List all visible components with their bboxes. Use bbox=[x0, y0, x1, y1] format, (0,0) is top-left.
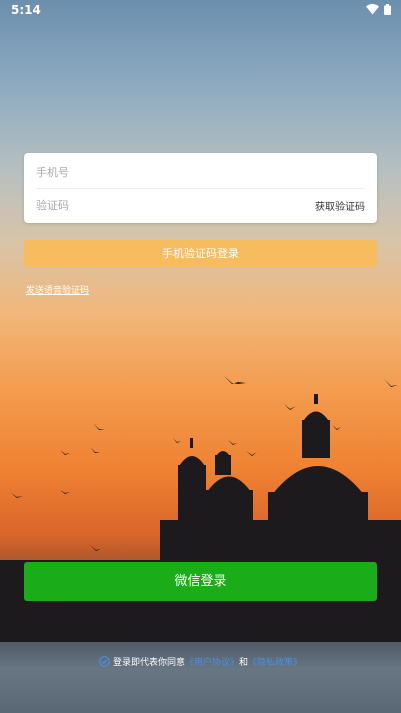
agreement-prefix: 登录即代表你同意 bbox=[112, 658, 185, 668]
sms-login-button[interactable]: 手机验证码登录 bbox=[24, 240, 377, 267]
check-circle-icon[interactable] bbox=[99, 656, 110, 667]
background-skyline bbox=[0, 376, 401, 642]
user-agreement-link[interactable]: 《用户协议》 bbox=[185, 655, 239, 668]
form-divider bbox=[36, 188, 365, 189]
status-bar: 5:14 bbox=[0, 0, 401, 20]
status-time: 5:14 bbox=[11, 3, 41, 17]
privacy-policy-link[interactable]: 《隐私政策》 bbox=[248, 655, 302, 668]
status-icons bbox=[366, 3, 391, 15]
voice-code-link[interactable]: 发送语音验证码 bbox=[26, 283, 89, 296]
battery-icon bbox=[384, 3, 391, 15]
agreement-conjunction: 和 bbox=[239, 658, 249, 668]
agreement-row: 登录即代表你同意 《用户协议》 和 《隐私政策》 bbox=[0, 655, 401, 668]
wechat-login-button[interactable]: 微信登录 bbox=[24, 562, 377, 601]
verification-code-input[interactable] bbox=[36, 190, 286, 220]
get-code-button[interactable]: 获取验证码 bbox=[315, 198, 365, 213]
wifi-icon bbox=[366, 3, 379, 14]
phone-input[interactable] bbox=[36, 157, 365, 187]
login-form: 获取验证码 bbox=[24, 153, 377, 223]
